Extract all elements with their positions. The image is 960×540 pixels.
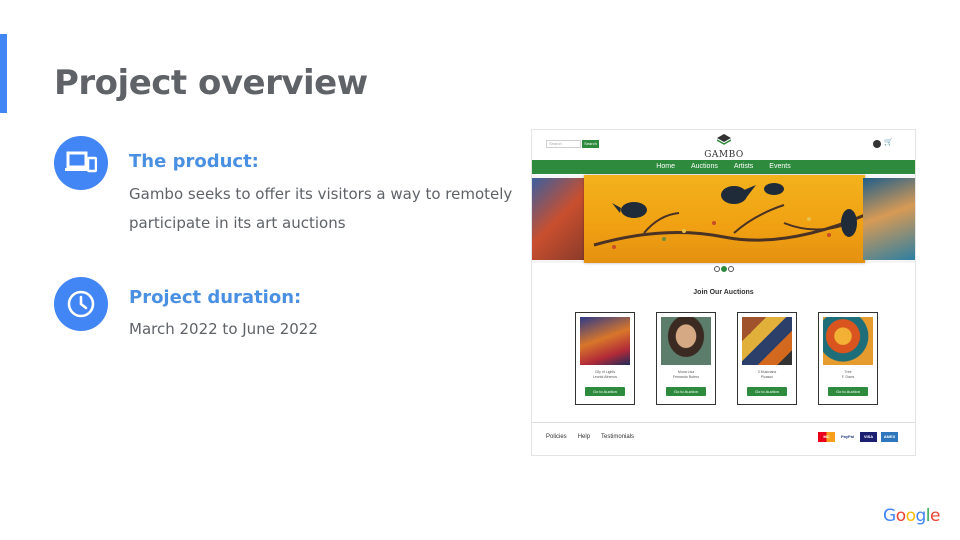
card-caption: Mona Lisa Fernando Botero	[657, 370, 715, 380]
google-logo-letter: g	[915, 506, 927, 526]
mockup-nav-home: Home	[656, 163, 675, 170]
go-to-auction-button: Go to Auction	[585, 387, 625, 396]
duration-heading: Project duration:	[129, 287, 302, 308]
mockup-nav-auctions: Auctions	[690, 163, 718, 170]
carousel-dot	[728, 266, 734, 272]
carousel-dots	[714, 266, 734, 272]
mockup-hero-carousel	[532, 175, 915, 263]
mockup-nav-artists: Artists	[733, 163, 754, 170]
card-artist: Fernando Botero	[672, 375, 700, 379]
mastercard-icon: MC	[818, 432, 835, 442]
footer-link-testimonials: Testimonials	[601, 434, 635, 440]
google-logo-letter: G	[883, 506, 896, 526]
gambo-logo-icon	[716, 134, 732, 145]
footer-link-help: Help	[577, 434, 591, 440]
card-caption: 3 Musicians Picasso	[738, 370, 796, 380]
card-artist: Picasso	[760, 375, 774, 379]
carousel-dot	[714, 266, 720, 272]
carousel-dot-active	[721, 266, 727, 272]
hero-painting-birds	[584, 175, 866, 263]
accent-bar	[0, 34, 7, 113]
go-to-auction-button: Go to Auction	[666, 387, 706, 396]
mockup-nav-events: Events	[769, 163, 791, 170]
visa-icon: VISA	[860, 432, 877, 442]
google-logo-letter: e	[930, 506, 940, 526]
card-painting	[742, 317, 792, 365]
mockup-nav: Home Auctions Artists Events	[532, 160, 915, 174]
auction-card: 3 Musicians Picasso Go to Auction	[737, 312, 797, 405]
mockup-logo: GAMBO	[694, 132, 754, 162]
mockup-section-title: Join Our Auctions	[693, 289, 754, 296]
clock-icon	[54, 277, 108, 331]
card-painting	[580, 317, 630, 365]
amex-icon: AMEX	[881, 432, 898, 442]
mockup-footer-links: Policies Help Testimonials	[546, 434, 634, 440]
product-heading: The product:	[129, 151, 259, 172]
auction-cards: City of Lights Leonid Afremov Go to Auct…	[575, 312, 878, 405]
card-caption: Tree F. Davis	[819, 370, 877, 380]
website-mockup: Search Search GAMBO 🛒 Home Auctions Arti…	[531, 129, 916, 456]
google-logo-letter: o	[905, 506, 916, 526]
paypal-icon: PayPal	[839, 432, 856, 442]
card-artist: Leonid Afremov	[592, 375, 618, 379]
page-title: Project overview	[54, 63, 368, 103]
mockup-search-button: Search	[582, 140, 599, 148]
payment-icons: MC PayPal VISA AMEX	[818, 432, 898, 442]
google-logo: Google	[883, 506, 940, 526]
card-painting	[661, 317, 711, 365]
card-caption: City of Lights Leonid Afremov	[576, 370, 634, 380]
auction-card: City of Lights Leonid Afremov Go to Auct…	[575, 312, 635, 405]
mockup-logo-text: GAMBO	[704, 150, 744, 160]
go-to-auction-button: Go to Auction	[828, 387, 868, 396]
auction-card: Tree F. Davis Go to Auction	[818, 312, 878, 405]
hero-painting-left	[532, 178, 584, 260]
mockup-search-input: Search	[546, 140, 581, 148]
cart-icon: 🛒	[884, 139, 893, 146]
go-to-auction-button: Go to Auction	[747, 387, 787, 396]
duration-text: March 2022 to June 2022	[129, 320, 318, 338]
mockup-footer-divider	[532, 422, 915, 423]
product-description: Gambo seeks to offer its visitors a way …	[129, 185, 513, 232]
card-painting	[823, 317, 873, 365]
auction-card: Mona Lisa Fernando Botero Go to Auction	[656, 312, 716, 405]
footer-link-policies: Policies	[546, 434, 567, 440]
google-logo-letter: o	[895, 506, 906, 526]
user-icon	[873, 140, 881, 148]
hero-painting-right	[863, 178, 915, 260]
card-artist: F. Davis	[841, 375, 855, 379]
devices-icon	[54, 136, 108, 190]
